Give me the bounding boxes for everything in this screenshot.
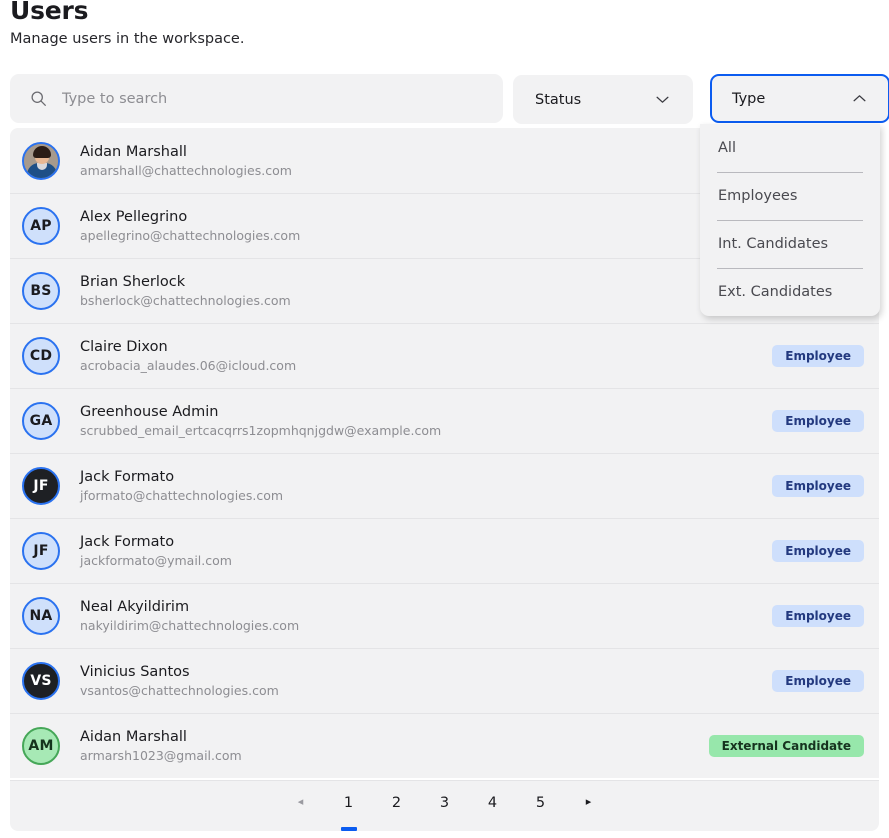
- user-type-badge: Employee: [772, 474, 864, 497]
- avatar-initials-text: NA: [29, 607, 53, 624]
- user-email: scrubbed_email_ertcacqrrs1zopmhqnjgdw@ex…: [80, 422, 442, 438]
- avatar-initials: VS: [22, 661, 60, 700]
- user-email: nakyildirim@chattechnologies.com: [80, 617, 300, 633]
- pagination-page-4[interactable]: 4: [469, 780, 517, 831]
- chevron-down-icon: [656, 96, 669, 103]
- pagination-next[interactable]: ▸: [565, 780, 613, 831]
- user-email: jformato@chattechnologies.com: [80, 487, 284, 503]
- avatar-initials: JF: [22, 531, 60, 570]
- avatar-initials: NA: [22, 596, 60, 635]
- search-box[interactable]: [10, 74, 503, 123]
- avatar-initials: BS: [22, 271, 60, 310]
- pagination-prev[interactable]: ◂: [277, 780, 325, 831]
- user-name: Aidan Marshall: [80, 143, 187, 160]
- avatar-initials-text: AM: [28, 737, 54, 754]
- user-name: Vinicius Santos: [80, 663, 190, 680]
- pagination-page-5[interactable]: 5: [517, 780, 565, 831]
- user-type-badge: Employee: [772, 669, 864, 692]
- type-option-ext-candidates[interactable]: Ext. Candidates: [700, 268, 880, 316]
- user-row[interactable]: VS Vinicius Santos vsantos@chattechnologie…: [10, 648, 879, 713]
- avatar-photo: [22, 141, 60, 180]
- pagination-page-2[interactable]: 2: [373, 780, 421, 831]
- avatar-initials-text: CD: [29, 347, 53, 364]
- user-row[interactable]: NA Neal Akyildirim nakyildirim@chattechnol…: [10, 583, 879, 648]
- user-email: apellegrino@chattechnologies.com: [80, 227, 301, 243]
- avatar-initials-text: BS: [30, 282, 52, 299]
- user-type-badge: Employee: [772, 344, 864, 367]
- user-name: Aidan Marshall: [80, 728, 187, 745]
- user-type-badge: External Candidate: [708, 734, 864, 757]
- page-subtitle: Manage users in the workspace.: [10, 31, 245, 47]
- pagination-page-1[interactable]: 1: [325, 780, 373, 831]
- user-text: Claire Dixon acrobacia_alaudes.06@icloud.…: [80, 339, 296, 373]
- user-text: Vinicius Santos vsantos@chattechnologies.…: [80, 664, 279, 698]
- chevron-up-icon: [853, 95, 866, 102]
- avatar-initials-text: JF: [33, 477, 49, 494]
- user-text: Greenhouse Admin scrubbed_email_ertcacqrr…: [80, 404, 441, 438]
- type-option-all[interactable]: All: [700, 124, 880, 172]
- user-type-badge: Employee: [772, 604, 864, 627]
- user-name: Brian Sherlock: [80, 273, 186, 290]
- avatar-initials: CD: [22, 336, 60, 375]
- users-page: Users Manage users in the workspace. Sta…: [0, 0, 889, 838]
- type-option-int-candidates[interactable]: Int. Candidates: [700, 220, 880, 268]
- avatar-initials: AM: [22, 726, 60, 765]
- user-text: Jack Formato jformato@chattechnologies.co…: [80, 469, 283, 503]
- user-row[interactable]: JF Jack Formato jackformato@ymail.com Emplo…: [10, 518, 879, 583]
- user-name: Neal Akyildirim: [80, 598, 190, 615]
- user-name: Jack Formato: [80, 468, 175, 485]
- avatar-initials-text: VS: [30, 672, 52, 689]
- user-email: acrobacia_alaudes.06@icloud.com: [80, 357, 297, 373]
- user-text: Alex Pellegrino apellegrino@chattechnolog…: [80, 209, 300, 243]
- user-text: Neal Akyildirim nakyildirim@chattechnolog…: [80, 599, 299, 633]
- avatar-initials: JF: [22, 466, 60, 505]
- search-icon: [31, 91, 46, 106]
- user-type-badge: Employee: [772, 539, 864, 562]
- filter-bar: Status Type: [10, 74, 889, 124]
- user-email: amarshall@chattechnologies.com: [80, 162, 292, 178]
- user-row[interactable]: CD Claire Dixon acrobacia_alaudes.06@iclou…: [10, 323, 879, 388]
- pagination-page-3[interactable]: 3: [421, 780, 469, 831]
- user-email: vsantos@chattechnologies.com: [80, 682, 279, 698]
- user-email: bsherlock@chattechnologies.com: [80, 292, 291, 308]
- status-filter-label: Status: [535, 91, 582, 108]
- type-filter-label: Type: [732, 90, 766, 107]
- user-row[interactable]: AM Aidan Marshall armarsh1023@gmail.com Ext…: [10, 713, 879, 778]
- status-filter-dropdown[interactable]: Status: [513, 75, 693, 124]
- type-filter-dropdown[interactable]: Type: [710, 74, 889, 123]
- user-row[interactable]: JF Jack Formato jformato@chattechnologies.…: [10, 453, 879, 518]
- user-text: Aidan Marshall amarshall@chattechnologies…: [80, 144, 292, 178]
- avatar-initials-text: AP: [30, 217, 52, 234]
- user-type-badge: Employee: [772, 409, 864, 432]
- pagination: ◂ 1 2 3 4 5 ▸: [10, 780, 879, 831]
- type-option-employees[interactable]: Employees: [700, 172, 880, 220]
- user-name: Claire Dixon: [80, 338, 168, 355]
- user-row[interactable]: GA Greenhouse Admin scrubbed_email_ertcacq…: [10, 388, 879, 453]
- avatar-initials-text: GA: [29, 412, 53, 429]
- page-title: Users: [10, 0, 89, 25]
- user-name: Jack Formato: [80, 533, 175, 550]
- user-text: Jack Formato jackformato@ymail.com: [80, 534, 232, 568]
- type-filter-menu: All Employees Int. Candidates Ext. Candi…: [700, 124, 880, 316]
- avatar-initials: AP: [22, 206, 60, 245]
- search-input[interactable]: [62, 90, 462, 107]
- avatar-initials: GA: [22, 401, 60, 440]
- user-email: armarsh1023@gmail.com: [80, 747, 242, 763]
- user-email: jackformato@ymail.com: [80, 552, 232, 568]
- avatar-initials-text: JF: [33, 542, 49, 559]
- user-name: Greenhouse Admin: [80, 403, 219, 420]
- user-text: Brian Sherlock bsherlock@chattechnologies…: [80, 274, 291, 308]
- user-text: Aidan Marshall armarsh1023@gmail.com: [80, 729, 242, 763]
- user-name: Alex Pellegrino: [80, 208, 188, 225]
